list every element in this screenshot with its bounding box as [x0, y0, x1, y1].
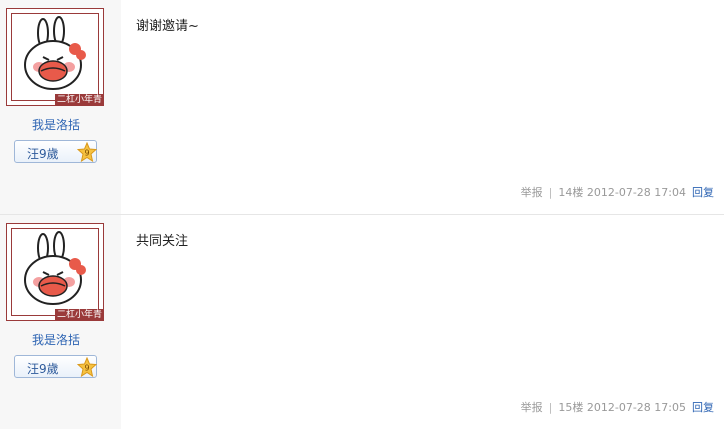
rabbit-avatar-icon [24, 231, 86, 305]
post-floor-14: 二杠小年青 我是洛括 汪9歲 9 谢谢邀请~ 举报 | 14楼 2012-07-28… [0, 0, 724, 214]
floor-number: 15楼 [558, 401, 584, 414]
member-badge[interactable]: 汪9歲 9 [14, 140, 97, 163]
level-number: 9 [84, 364, 89, 373]
meta-separator: | [548, 401, 553, 414]
post-meta: 举报 | 14楼 2012-07-28 17:04 回复 [521, 184, 714, 200]
post-timestamp: 2012-07-28 17:05 [586, 401, 686, 414]
post-content: 谢谢邀请~ [136, 19, 199, 34]
author-sidebar: 二杠小年青 我是洛括 汪9歲 9 [0, 0, 121, 214]
avatar[interactable]: 二杠小年青 [6, 8, 104, 106]
level-number: 9 [84, 149, 89, 158]
level-star-icon: 9 [77, 142, 97, 162]
avatar[interactable]: 二杠小年青 [6, 223, 104, 321]
member-badge[interactable]: 汪9歲 9 [14, 355, 97, 378]
badge-label: 汪9歲 [27, 147, 59, 161]
reply-link[interactable]: 回复 [692, 401, 714, 414]
rabbit-avatar-icon [24, 16, 86, 90]
post-timestamp: 2012-07-28 17:04 [586, 186, 686, 199]
report-link[interactable]: 举报 [521, 186, 543, 199]
author-sidebar: 二杠小年青 我是洛括 汪9歲 9 [0, 215, 121, 429]
author-name-link[interactable]: 我是洛括 [0, 116, 112, 133]
avatar-tag: 二杠小年青 [54, 309, 104, 321]
meta-separator: | [548, 186, 553, 199]
reply-link[interactable]: 回复 [692, 186, 714, 199]
level-star-icon: 9 [77, 357, 97, 377]
author-name-link[interactable]: 我是洛括 [0, 331, 112, 348]
badge-label: 汪9歲 [27, 362, 59, 376]
post-meta: 举报 | 15楼 2012-07-28 17:05 回复 [521, 399, 714, 415]
post-content: 共同关注 [136, 234, 189, 249]
avatar-tag: 二杠小年青 [54, 94, 104, 106]
post-floor-15: 二杠小年青 我是洛括 汪9歲 9 共同关注 举报 | 15楼 2012-07-28 … [0, 215, 724, 429]
floor-number: 14楼 [558, 186, 584, 199]
report-link[interactable]: 举报 [521, 401, 543, 414]
